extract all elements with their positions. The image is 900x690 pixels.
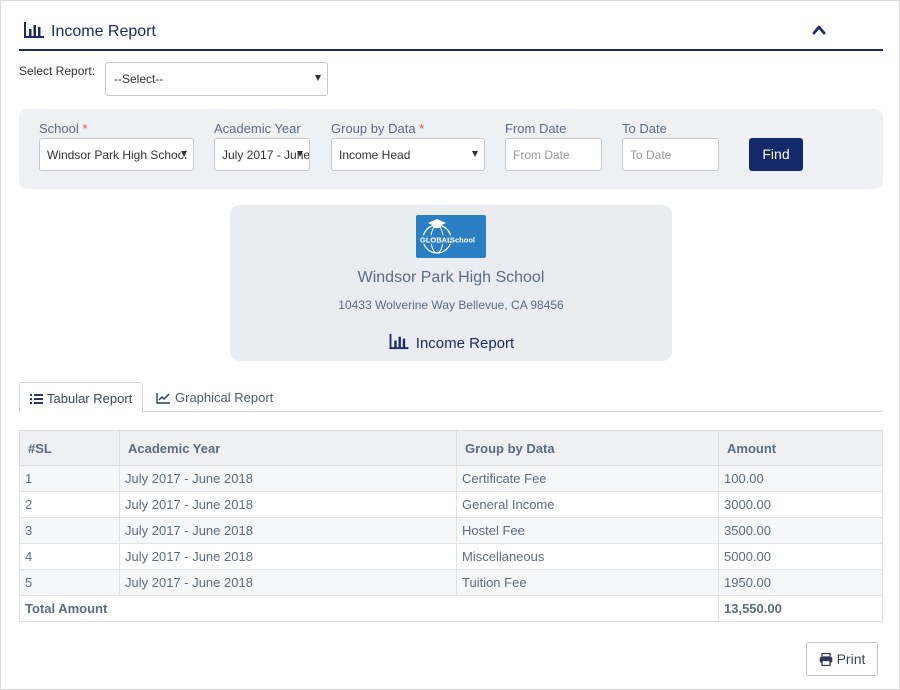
tab-graphical-report[interactable]: Graphical Report <box>146 382 283 412</box>
line-chart-icon <box>156 393 170 404</box>
school-logo: GLOBAL School <box>416 215 486 258</box>
school-address: 10433 Wolverine Way Bellevue, CA 98456 <box>338 298 564 312</box>
bar-chart-icon <box>389 333 409 350</box>
bar-chart-icon <box>24 22 44 38</box>
from-date-placeholder: From Date <box>513 148 570 162</box>
total-amount: 13,550.00 <box>718 595 883 622</box>
table-cell: 5 <box>19 569 120 596</box>
table-cell: July 2017 - June 2018 <box>119 517 457 544</box>
to-date-input[interactable]: To Date <box>622 138 719 171</box>
table-row: 4 July 2017 - June 2018 Miscellaneous 50… <box>19 543 883 570</box>
table-cell: 3 <box>19 517 120 544</box>
table-cell: July 2017 - June 2018 <box>119 543 457 570</box>
caret-down-icon <box>472 151 478 157</box>
printer-icon <box>819 652 832 667</box>
filter-panel: School * Windsor Park High School Academ… <box>19 109 883 189</box>
school-info-card: GLOBAL School Windsor Park High School 1… <box>230 205 672 361</box>
select-report-dropdown[interactable]: --Select-- <box>105 62 328 96</box>
table-row: 2 July 2017 - June 2018 General Income 3… <box>19 491 883 518</box>
table-cell: 100.00 <box>718 465 883 492</box>
required-mark: * <box>82 121 88 136</box>
column-header-academic-year: Academic Year <box>119 430 457 466</box>
total-row: Total Amount 13,550.00 <box>19 595 883 622</box>
table-cell: Tuition Fee <box>456 569 719 596</box>
academic-year-label: Academic Year <box>214 121 301 136</box>
to-date-placeholder: To Date <box>630 148 672 162</box>
required-mark: * <box>419 121 425 136</box>
table-cell: 2 <box>19 491 120 518</box>
table-cell: Hostel Fee <box>456 517 719 544</box>
report-tabs: Tabular Report Graphical Report <box>19 382 883 413</box>
group-by-label: Group by Data * <box>331 121 425 136</box>
total-label: Total Amount <box>19 595 719 622</box>
table-cell: Certificate Fee <box>456 465 719 492</box>
page-title: Income Report <box>51 23 156 40</box>
column-header-group-by: Group by Data <box>456 430 719 466</box>
group-by-value: Income Head <box>339 148 411 162</box>
school-name: Windsor Park High School <box>357 269 545 286</box>
logo-text-school: School <box>450 236 475 245</box>
table-cell: Miscellaneous <box>456 543 719 570</box>
tab-tabular-report[interactable]: Tabular Report <box>19 382 144 413</box>
select-report-value: --Select-- <box>114 72 164 86</box>
table-cell: 1 <box>19 465 120 492</box>
logo-text-global: GLOBAL <box>420 236 452 245</box>
column-header-sl: #SL <box>19 430 120 466</box>
table-row: 3 July 2017 - June 2018 Hostel Fee 3500.… <box>19 517 883 544</box>
table-cell: General Income <box>456 491 719 518</box>
print-label: Print <box>836 651 866 667</box>
column-header-amount: Amount <box>718 430 883 466</box>
report-title: Income Report <box>230 333 672 352</box>
to-date-label: To Date <box>622 121 667 136</box>
caret-down-icon <box>297 151 303 157</box>
table-cell: July 2017 - June 2018 <box>119 465 457 492</box>
table-cell: 4 <box>19 543 120 570</box>
list-icon <box>30 394 43 404</box>
academic-year-select[interactable]: July 2017 - June 2018 <box>214 138 310 171</box>
chevron-up-icon[interactable] <box>811 22 827 38</box>
table-cell: 1950.00 <box>718 569 883 596</box>
table-cell: 3500.00 <box>718 517 883 544</box>
find-button[interactable]: Find <box>749 138 803 171</box>
group-by-select[interactable]: Income Head <box>331 138 485 171</box>
table-cell: 5000.00 <box>718 543 883 570</box>
table-header-row: #SL Academic Year Group by Data Amount <box>19 430 883 466</box>
table-row: 1 July 2017 - June 2018 Certificate Fee … <box>19 465 883 492</box>
select-report-label: Select Report: <box>19 64 96 78</box>
from-date-label: From Date <box>505 121 567 136</box>
table-cell: July 2017 - June 2018 <box>119 491 457 518</box>
tab-graphical-label: Graphical Report <box>175 390 274 405</box>
caret-down-icon <box>315 75 321 81</box>
income-report-panel: Income Report Select Report: --Select-- … <box>0 0 900 690</box>
tab-tabular-label: Tabular Report <box>47 391 133 406</box>
table-cell: July 2017 - June 2018 <box>119 569 457 596</box>
school-select[interactable]: Windsor Park High School <box>39 138 194 171</box>
from-date-input[interactable]: From Date <box>505 138 602 171</box>
school-label: School * <box>39 121 88 136</box>
report-title-text: Income Report <box>415 335 515 352</box>
table-cell: 3000.00 <box>718 491 883 518</box>
print-button[interactable]: Print <box>806 642 878 676</box>
table-row: 5 July 2017 - June 2018 Tuition Fee 1950… <box>19 569 883 596</box>
school-select-value: Windsor Park High School <box>47 148 188 162</box>
panel-header: Income Report <box>19 15 883 51</box>
income-table: #SL Academic Year Group by Data Amount 1… <box>19 430 883 622</box>
caret-down-icon <box>181 151 187 157</box>
